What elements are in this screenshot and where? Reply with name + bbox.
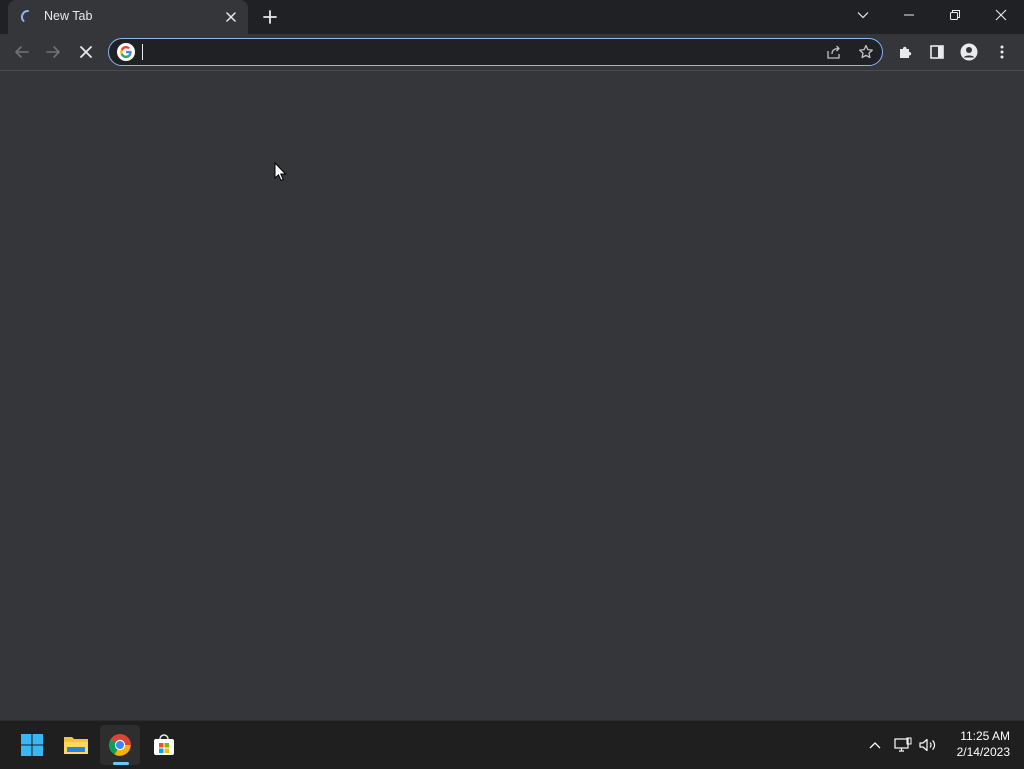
arrow-right-icon [46,46,60,58]
side-panel-button[interactable] [922,37,952,67]
restore-button[interactable] [932,0,978,30]
chrome-icon [109,734,131,756]
windows-logo-icon [21,734,43,756]
start-button[interactable] [12,725,52,765]
stop-icon [80,46,92,58]
minimize-icon [904,14,914,16]
loading-spinner-icon [20,9,36,25]
chevron-up-icon[interactable] [865,735,885,755]
extensions-button[interactable] [891,37,921,67]
volume-icon[interactable] [918,735,938,755]
menu-button[interactable] [987,37,1017,67]
tab-search-button[interactable] [840,0,886,30]
store-button[interactable] [144,725,184,765]
close-window-button[interactable] [978,0,1024,30]
back-button[interactable] [7,37,37,67]
minimize-button[interactable] [886,0,932,30]
address-bar[interactable] [108,38,883,66]
system-clock[interactable]: 11:25 AM 2/14/2023 [946,728,1010,760]
forward-button[interactable] [38,37,68,67]
stop-button[interactable] [71,37,101,67]
google-g-icon [117,43,135,61]
network-icon[interactable] [893,735,913,755]
close-icon[interactable] [222,8,240,26]
clock-date: 2/14/2023 [956,745,1010,759]
close-icon [995,9,1007,21]
restore-icon [950,10,960,20]
tab-title: New Tab [44,9,93,23]
tab-new-tab[interactable]: New Tab [8,0,248,34]
page-content [0,71,1024,720]
active-app-indicator [113,762,129,765]
person-icon [960,43,978,61]
chrome-taskbar-button[interactable] [100,725,140,765]
puzzle-icon [900,46,912,58]
text-caret [142,44,143,60]
chevron-down-icon [857,12,869,19]
store-icon [154,734,174,755]
taskbar: 11:25 AM 2/14/2023 [0,720,1024,769]
profile-button[interactable] [954,37,984,67]
new-tab-button[interactable] [258,5,282,29]
arrow-left-icon [15,46,29,58]
browser-toolbar [0,34,1024,71]
share-icon[interactable] [823,42,845,62]
file-explorer-button[interactable] [56,725,96,765]
side-panel-icon [930,45,944,59]
tab-strip: New Tab [0,0,1024,34]
plus-icon [263,10,277,24]
clock-time: 11:25 AM [960,729,1010,743]
address-input[interactable] [141,42,785,64]
kebab-menu-icon [1000,45,1004,59]
star-icon[interactable] [855,42,877,62]
mouse-cursor-icon [274,162,287,182]
folder-icon [64,737,88,754]
